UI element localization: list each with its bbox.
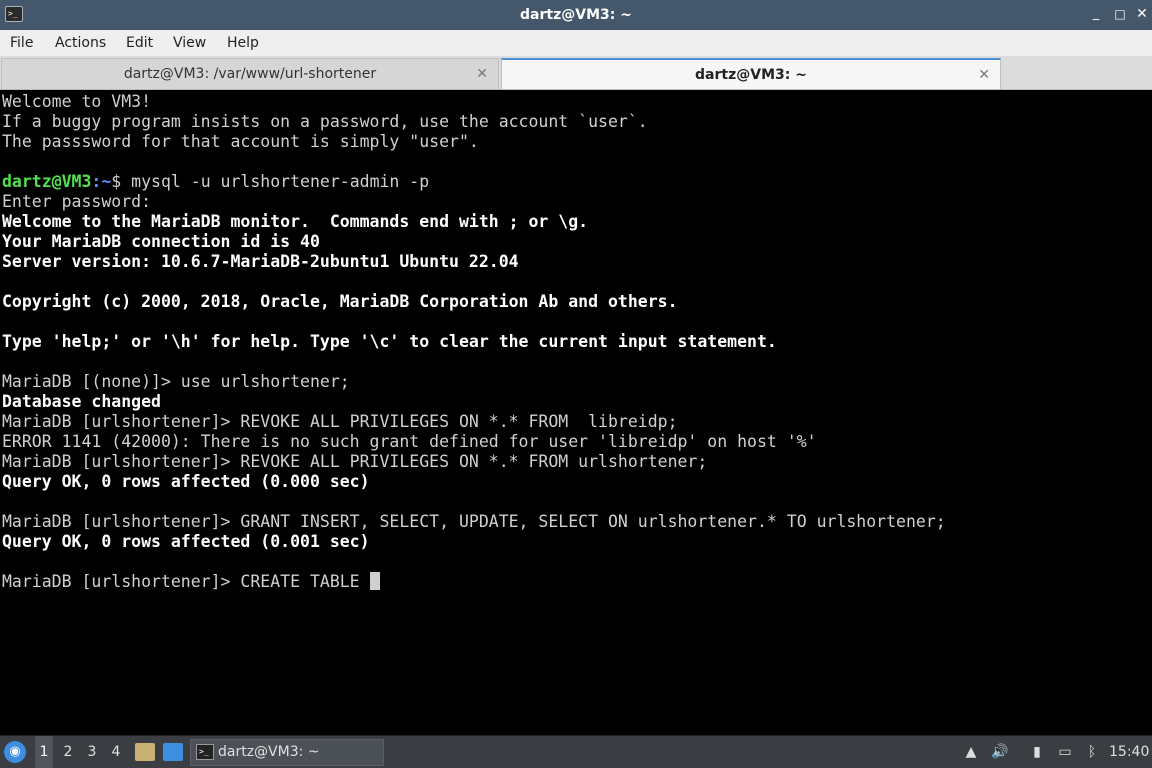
terminal-line: MariaDB [(none)]> use urlshortener; [2,372,350,391]
title-bar[interactable]: >_ dartz@VM3: ~ _ □ ✕ [0,0,1152,30]
taskbar-window-label: dartz@VM3: ~ [218,744,320,760]
window-title: dartz@VM3: ~ [520,7,632,23]
terminal-line: Your MariaDB connection id is 40 [2,232,320,251]
workspace-3[interactable]: 3 [83,736,101,768]
terminal-line: Query OK, 0 rows affected (0.001 sec) [2,532,370,551]
terminal-line: MariaDB [urlshortener]> GRANT INSERT, SE… [2,512,946,531]
volume-icon[interactable]: 🔊 [991,742,1009,762]
prompt-path: :~ [91,172,112,191]
terminal-line: Database changed [2,392,161,411]
menu-help[interactable]: Help [227,30,259,56]
shell-command: mysql -u urlshortener-admin -p [131,172,430,191]
bluetooth-icon[interactable]: ᛒ [1083,742,1101,762]
maximize-button[interactable]: □ [1112,6,1128,22]
file-manager-icon[interactable] [135,743,155,761]
taskbar-window-button[interactable]: >_ dartz@VM3: ~ [190,739,384,766]
terminal-line: Copyright (c) 2000, 2018, Oracle, MariaD… [2,292,678,311]
terminal-icon: >_ [196,744,214,760]
terminal-line: If a buggy program insists on a password… [2,112,648,131]
lubuntu-start-icon[interactable]: ◉ [4,741,26,763]
network-icon[interactable]: ▭ [1056,742,1074,762]
terminal-line: Welcome to VM3! [2,92,152,111]
terminal-line: Welcome to the MariaDB monitor. Commands… [2,212,589,231]
prompt-user: dartz@VM3 [2,172,92,191]
menu-file[interactable]: File [10,30,33,56]
terminal-line: MariaDB [urlshortener]> REVOKE ALL PRIVI… [2,412,678,431]
terminal-line: ERROR 1141 (42000): There is no such gra… [2,432,817,451]
tray-up-icon[interactable]: ▲ [962,742,980,762]
terminal-line: The passsword for that account is simply… [2,132,479,151]
menu-edit[interactable]: Edit [126,30,153,56]
tab-url-shortener[interactable]: dartz@VM3: /var/www/url-shortener ✕ [1,58,499,89]
tab-label: dartz@VM3: /var/www/url-shortener [123,66,377,82]
prompt-symbol: $ [111,172,132,191]
workspace-4[interactable]: 4 [107,736,125,768]
terminal-line: Query OK, 0 rows affected (0.000 sec) [2,472,370,491]
show-desktop-icon[interactable] [163,743,183,761]
tab-label: dartz@VM3: ~ [695,67,807,83]
workspace-2[interactable]: 2 [59,736,77,768]
minimize-button[interactable]: _ [1088,6,1104,22]
taskbar: ◉ 1 2 3 4 >_ dartz@VM3: ~ ▲ 🔊 ▮ ▭ ᛒ 15:4… [0,735,1152,768]
terminal-line: MariaDB [urlshortener]> REVOKE ALL PRIVI… [2,452,708,471]
close-button[interactable]: ✕ [1134,6,1150,22]
terminal-input-line[interactable]: MariaDB [urlshortener]> CREATE TABLE [2,572,380,592]
terminal-output[interactable]: Welcome to VM3! If a buggy program insis… [0,91,1152,734]
terminal-line: Enter password: [2,192,152,211]
clock[interactable]: 15:40 [1109,736,1149,768]
tab-close-icon[interactable]: ✕ [476,59,488,89]
tab-home[interactable]: dartz@VM3: ~ ✕ [501,58,1001,89]
menu-view[interactable]: View [173,30,206,56]
text-cursor [369,572,380,590]
shell-prompt-line: dartz@VM3:~$ mysql -u urlshortener-admin… [2,172,429,192]
terminal-line: Type 'help;' or '\h' for help. Type '\c'… [2,332,777,351]
terminal-line: Server version: 10.6.7-MariaDB-2ubuntu1 … [2,252,519,271]
workspace-1[interactable]: 1 [35,736,53,768]
tab-close-icon[interactable]: ✕ [978,60,990,90]
tab-bar: dartz@VM3: /var/www/url-shortener ✕ dart… [0,56,1152,90]
current-input: MariaDB [urlshortener]> CREATE TABLE [2,572,370,591]
menu-bar: File Actions Edit View Help [0,30,1152,56]
menu-actions[interactable]: Actions [55,30,106,56]
clipboard-icon[interactable]: ▮ [1028,742,1046,762]
